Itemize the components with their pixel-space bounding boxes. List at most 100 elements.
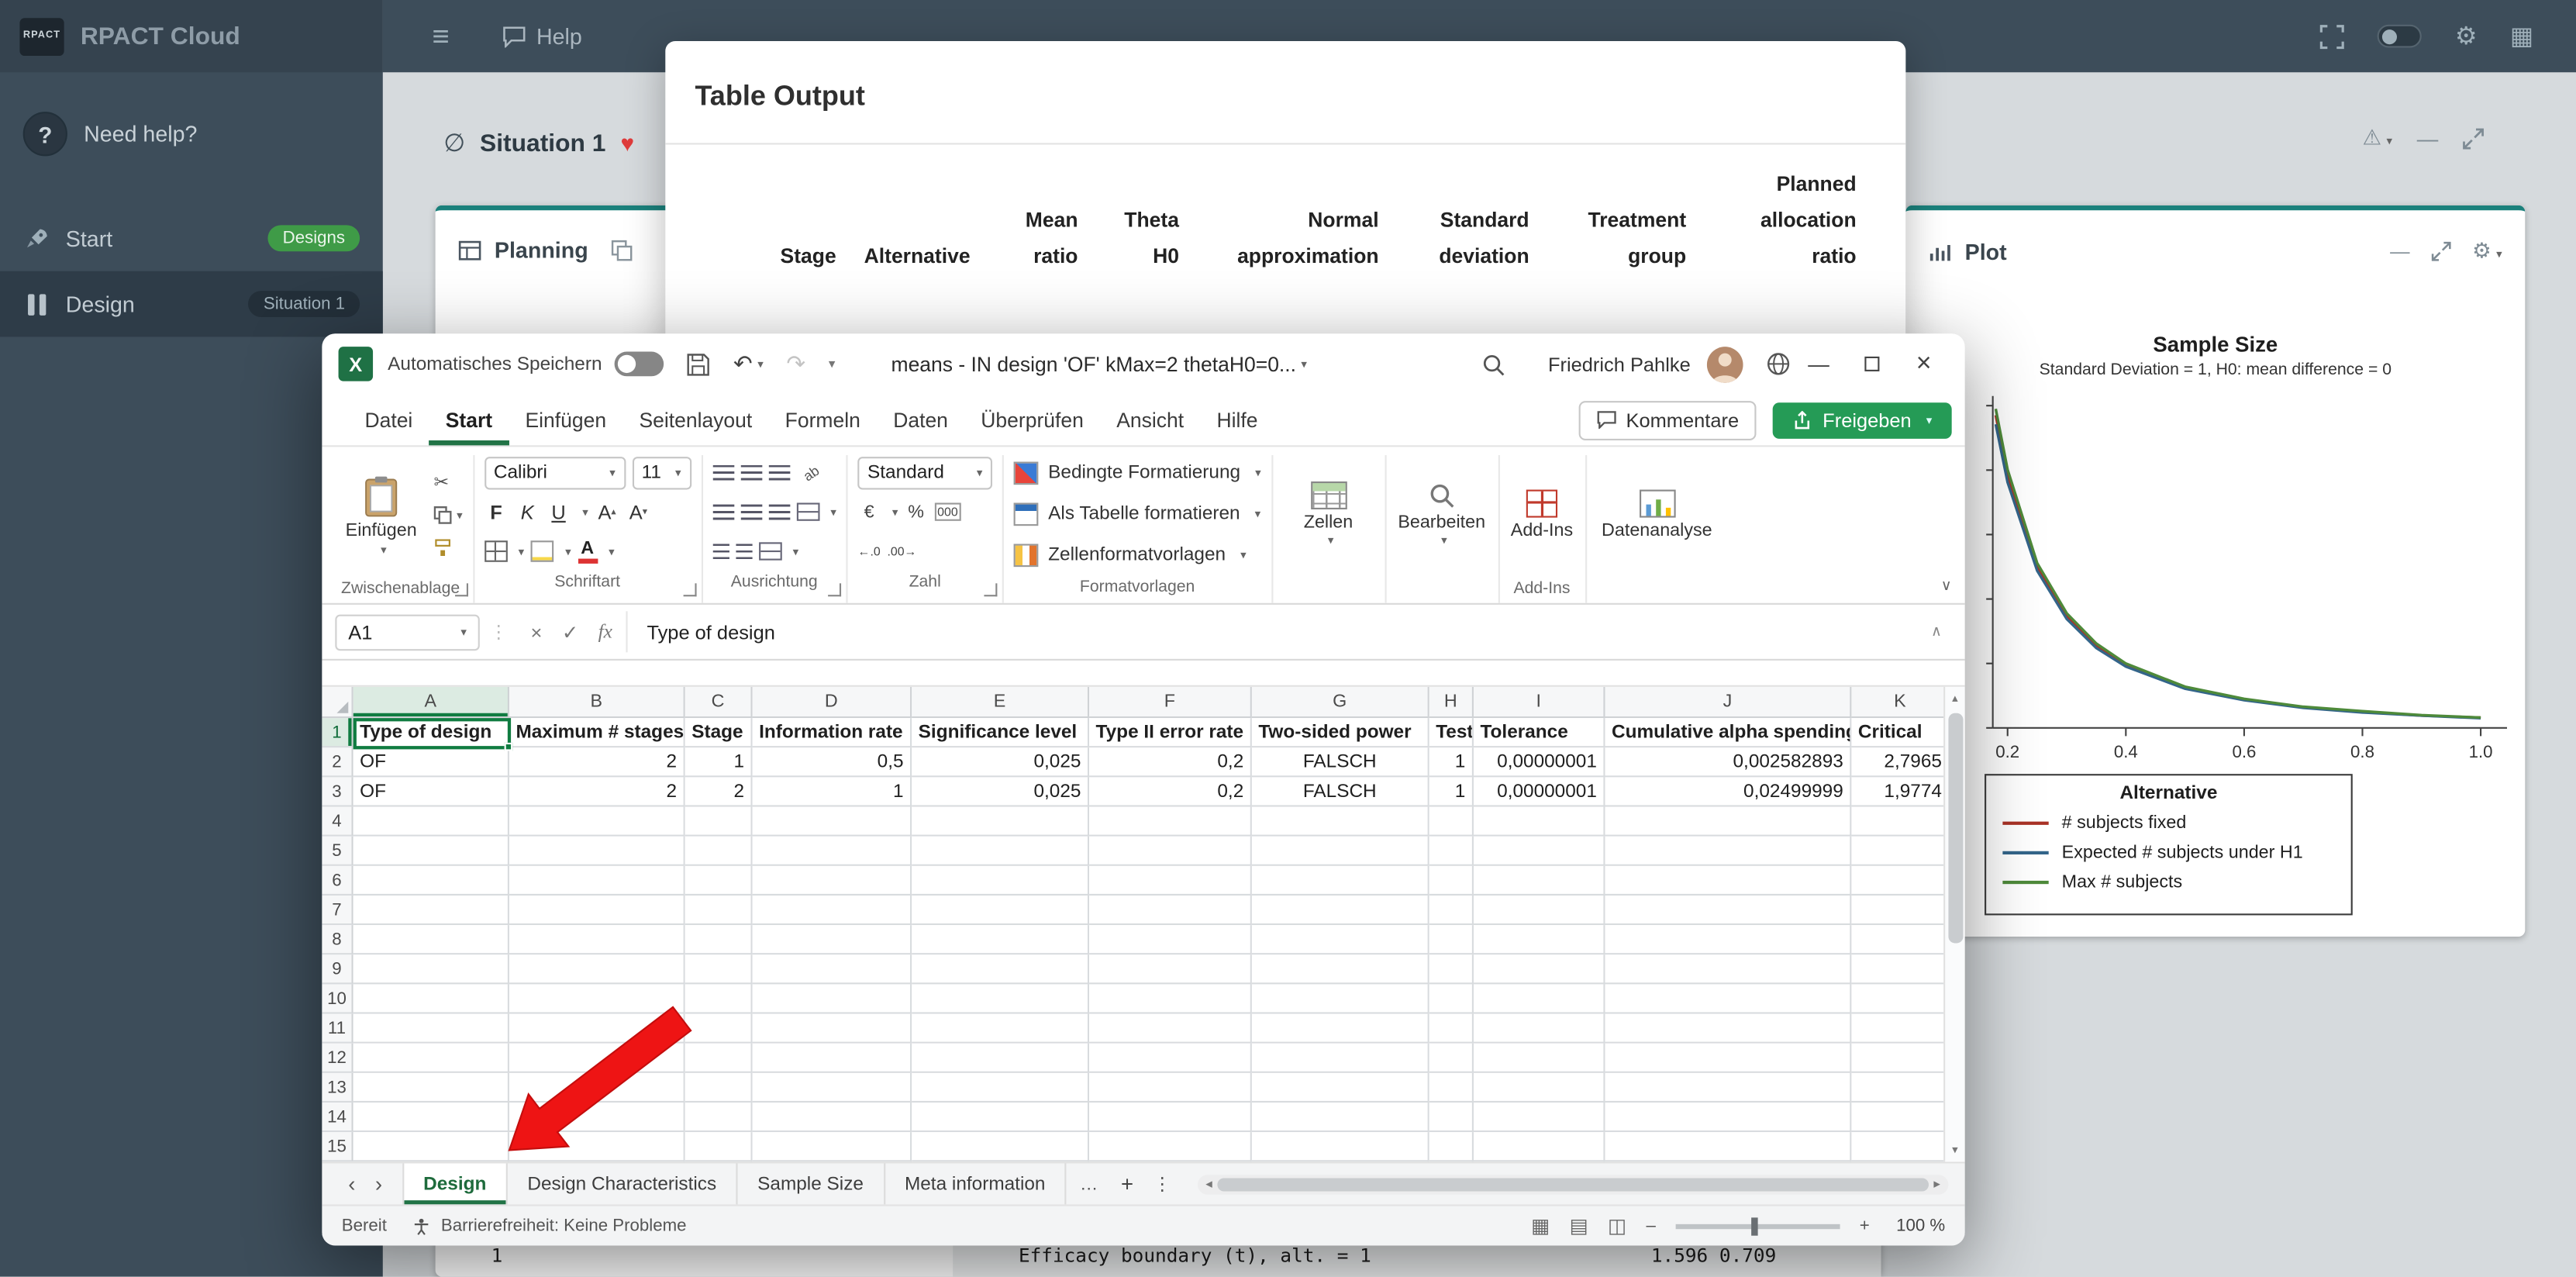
cell-J2[interactable]: 0,002582893 [1605,747,1852,777]
share-button[interactable]: Freigeben▾ [1774,402,1952,438]
column-header-G[interactable]: G [1252,687,1429,718]
cell-I14[interactable] [1474,1103,1605,1132]
column-header-A[interactable]: A [353,687,509,718]
column-header-F[interactable]: F [1089,687,1252,718]
row-header-3[interactable]: 3 [322,777,353,806]
cell-D14[interactable] [753,1103,912,1132]
autosave-toggle[interactable] [615,352,664,377]
vertical-scrollbar[interactable]: ▴ ▾ [1943,687,1965,1161]
undo-icon[interactable]: ↶▾ [733,350,764,378]
maximize-button[interactable] [1847,333,1896,394]
cell-G15[interactable] [1252,1132,1429,1161]
cell-C13[interactable] [685,1073,753,1103]
cell-G9[interactable] [1252,954,1429,984]
apps-grid-icon[interactable]: ▦ [2510,22,2533,51]
thousands-separator-icon[interactable]: 000 [934,502,961,520]
cell-A11[interactable] [353,1014,509,1044]
cell-C15[interactable] [685,1132,753,1161]
cell-J15[interactable] [1605,1132,1852,1161]
avatar[interactable] [1707,346,1743,382]
name-box[interactable]: A1▾ [335,614,479,651]
cell-D12[interactable] [753,1044,912,1073]
cell-C10[interactable] [685,984,753,1013]
align-top-icon[interactable] [712,464,734,481]
row-header-14[interactable]: 14 [322,1103,353,1132]
cell-F1[interactable]: Type II error rate [1089,718,1252,747]
cell-A1[interactable]: Type of design [353,718,509,747]
cell-A12[interactable] [353,1044,509,1073]
sheet-nav-left-icon[interactable]: ‹ [339,1172,366,1196]
align-center-icon[interactable] [740,504,762,520]
cell-D5[interactable] [753,837,912,866]
cell-B9[interactable] [509,954,685,984]
ribbon-tab-daten[interactable]: Daten [877,395,964,445]
cell-K11[interactable] [1851,1014,1943,1044]
cell-J6[interactable] [1605,866,1852,896]
cell-E10[interactable] [912,984,1089,1013]
ribbon-tab-datei[interactable]: Datei [348,395,429,445]
cell-B5[interactable] [509,837,685,866]
cell-E6[interactable] [912,866,1089,896]
cell-A14[interactable] [353,1103,509,1132]
more-sheets-icon[interactable]: … [1067,1174,1111,1193]
column-header-H[interactable]: H [1429,687,1474,718]
cell-K7[interactable] [1851,896,1943,925]
cell-D2[interactable]: 0,5 [753,747,912,777]
cell-C3[interactable]: 2 [685,777,753,806]
cancel-icon[interactable]: × [531,620,543,644]
cell-H9[interactable] [1429,954,1474,984]
orientation-icon[interactable]: ab [799,461,822,484]
cell-D1[interactable]: Information rate [753,718,912,747]
dialog-launcher-icon[interactable] [454,583,467,596]
sheet-nav-right-icon[interactable]: › [365,1172,392,1196]
gear-icon[interactable]: ⚙ [2455,22,2478,51]
scroll-right-icon[interactable]: ▸ [1929,1176,1945,1191]
cell-B10[interactable] [509,984,685,1013]
cell-G13[interactable] [1252,1073,1429,1103]
underline-button[interactable]: U [547,496,571,527]
cell-D10[interactable] [753,984,912,1013]
ribbon-tab-start[interactable]: Start [429,395,509,445]
minimize-button[interactable]: — [1794,333,1843,394]
scroll-up-icon[interactable]: ▴ [1952,692,1957,705]
cell-F7[interactable] [1089,896,1252,925]
cut-icon[interactable]: ✂ [433,469,462,495]
cell-C5[interactable] [685,837,753,866]
cell-F3[interactable]: 0,2 [1089,777,1252,806]
row-header-1[interactable]: 1 [322,718,353,747]
increase-decimal-icon[interactable]: ←.0 [857,544,881,558]
cell-G4[interactable] [1252,807,1429,837]
cell-I7[interactable] [1474,896,1605,925]
sidebar-item-start[interactable]: Start Designs [0,205,383,271]
column-header-E[interactable]: E [912,687,1089,718]
style-button[interactable]: Zellenformatvorlagen▾ [1014,537,1261,574]
search-icon[interactable] [1482,353,1505,376]
copy-icon[interactable] [611,240,633,261]
cell-E8[interactable] [912,925,1089,954]
column-header-J[interactable]: J [1605,687,1852,718]
cell-C11[interactable] [685,1014,753,1044]
cell-A10[interactable] [353,984,509,1013]
favorite-heart-icon[interactable]: ♥ [621,129,635,156]
normal-view-icon[interactable]: ▦ [1531,1214,1550,1237]
row-header-9[interactable]: 9 [322,954,353,984]
cell-H5[interactable] [1429,837,1474,866]
cell-H12[interactable] [1429,1044,1474,1073]
cell-F6[interactable] [1089,866,1252,896]
sidebar-help[interactable]: ? Need help? [23,112,360,156]
cell-H6[interactable] [1429,866,1474,896]
addins-button[interactable]: Add-Ins [1509,455,1575,575]
column-header-B[interactable]: B [509,687,685,718]
user-name[interactable]: Friedrich Pahlke [1548,353,1691,376]
cell-A13[interactable] [353,1073,509,1103]
cell-J12[interactable] [1605,1044,1852,1073]
cell-F12[interactable] [1089,1044,1252,1073]
collapse-panel-icon[interactable]: — [2417,126,2439,150]
cell-G11[interactable] [1252,1014,1429,1044]
row-header-8[interactable]: 8 [322,925,353,954]
row-header-5[interactable]: 5 [322,837,353,866]
sidebar-item-design[interactable]: Design Situation 1 [0,271,383,337]
new-sheet-button[interactable]: + [1111,1172,1143,1196]
plot-settings-gear-icon[interactable]: ⚙▾ [2472,238,2502,264]
number-format-select[interactable]: Standard▾ [857,456,992,488]
